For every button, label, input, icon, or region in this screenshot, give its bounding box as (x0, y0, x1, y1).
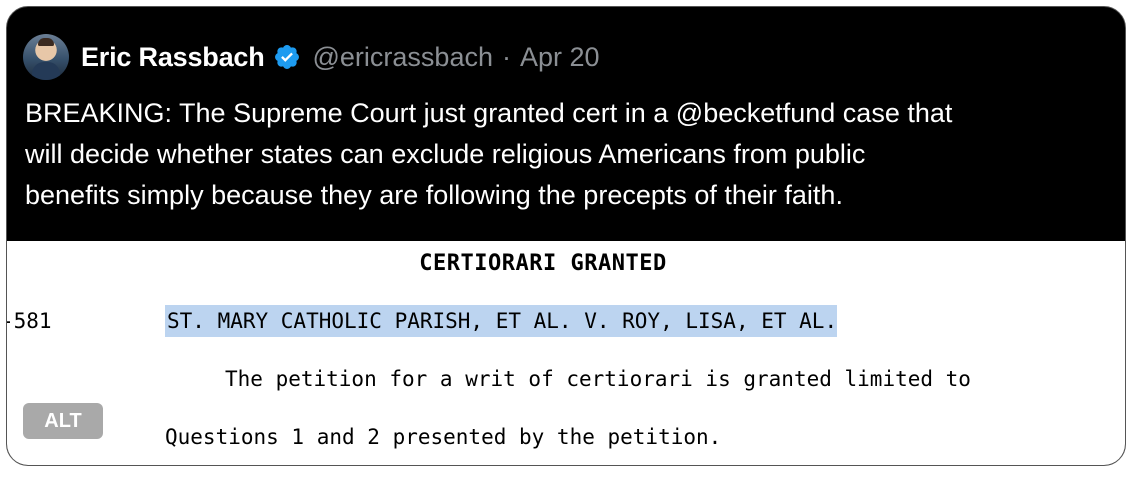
tweet-date[interactable]: Apr 20 (520, 42, 600, 73)
separator-dot: · (501, 41, 511, 72)
avatar[interactable] (23, 34, 69, 80)
tweet-text-line: BREAKING: The Supreme Court just granted… (25, 98, 953, 128)
tweet-text-line: will decide whether states can exclude r… (25, 139, 866, 169)
tweet-text: BREAKING: The Supreme Court just granted… (25, 93, 1105, 216)
verified-badge-icon (274, 45, 299, 69)
author-name[interactable]: Eric Rassbach (81, 42, 265, 73)
author-handle[interactable]: @ericrassbach (313, 42, 493, 73)
tweet-header: Eric Rassbach @ericrassbach · Apr 20 (23, 33, 600, 81)
alt-text-button[interactable]: ALT (23, 403, 103, 439)
docket-number: -581 (6, 309, 52, 333)
document-title: CERTIORARI GRANTED (419, 251, 667, 276)
media-image[interactable]: CERTIORARI GRANTED -581 ST. MARY CATHOLI… (6, 241, 1125, 465)
case-name-highlighted: ST. MARY CATHOLIC PARISH, ET AL. V. ROY,… (165, 305, 838, 337)
tweet-card[interactable]: Eric Rassbach @ericrassbach · Apr 20 BRE… (6, 6, 1126, 466)
document-body-line: Questions 1 and 2 presented by the petit… (165, 425, 722, 449)
document-body-line: The petition for a writ of certiorari is… (225, 367, 971, 391)
tweet-text-line: benefits simply because they are followi… (25, 180, 843, 210)
